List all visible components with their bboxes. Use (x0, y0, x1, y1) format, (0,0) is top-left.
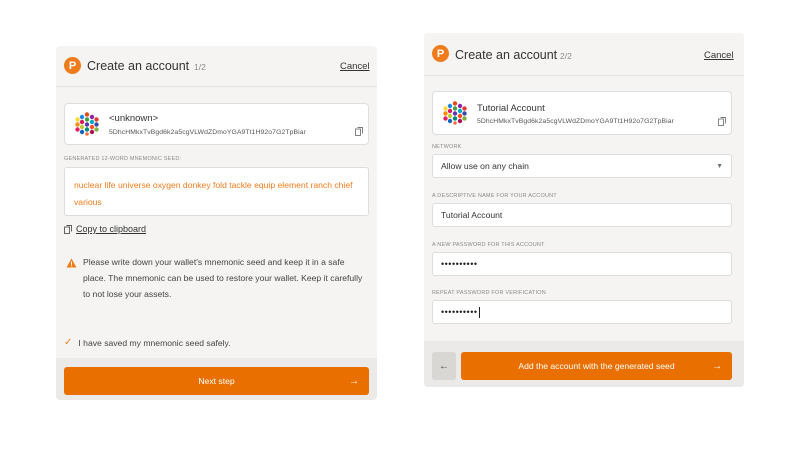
step-indicator: 1/2 (194, 62, 206, 72)
checkbox-label: I have saved my mnemonic seed safely. (78, 337, 231, 348)
copy-address-icon[interactable] (718, 117, 726, 126)
repeat-password-label: REPEAT PASSWORD FOR VERIFICATION (432, 290, 546, 296)
copy-label: Copy to clipboard (76, 224, 147, 234)
password-label: A NEW PASSWORD FOR THIS ACCOUNT (432, 242, 545, 248)
footer: ← Add the account with the generated see… (424, 341, 744, 387)
saved-seed-checkbox[interactable]: ✓ I have saved my mnemonic seed safely. (64, 337, 231, 348)
step-indicator: 2/2 (560, 51, 572, 61)
header: P Create an account 1/2 Cancel (56, 46, 377, 87)
network-value: Allow use on any chain (441, 161, 529, 171)
chevron-down-icon: ▼ (716, 162, 723, 170)
arrow-right-icon: → (349, 375, 359, 387)
add-account-button[interactable]: Add the account with the generated seed … (461, 352, 732, 380)
text-cursor (478, 306, 480, 318)
copy-address-icon[interactable] (355, 127, 363, 136)
header: P Create an account 2/2 Cancel (424, 33, 744, 76)
polkadot-logo-icon: P (64, 57, 81, 74)
next-step-label: Next step (198, 376, 235, 386)
warning-message: Please write down your wallet's mnemonic… (83, 257, 363, 299)
account-name-input[interactable]: Tutorial Account (432, 203, 732, 227)
network-select[interactable]: Allow use on any chain ▼ (432, 154, 732, 178)
account-address: 5DhcHMkxTvBgd6k2a5cgVLWdZDmoYGA9Tt1H92o7… (477, 118, 674, 125)
account-name: <unknown> (109, 113, 159, 124)
password-value: •••••••••• (441, 259, 478, 269)
seed-label: GENERATED 12-WORD MNEMONIC SEED: (64, 156, 182, 162)
page-title: Create an account (455, 48, 558, 62)
account-name: Tutorial Account (477, 103, 545, 114)
identicon-icon[interactable] (75, 112, 99, 136)
account-name-value: Tutorial Account (441, 210, 503, 220)
mnemonic-seed-box: nuclear life universe oxygen donkey fold… (64, 167, 369, 216)
checkmark-icon: ✓ (64, 337, 73, 348)
create-account-step1-panel: P Create an account 1/2 Cancel <unknown>… (56, 46, 377, 400)
arrow-right-icon: → (712, 360, 722, 372)
copy-icon (64, 224, 72, 234)
polkadot-logo-icon: P (432, 45, 449, 62)
identicon-icon[interactable] (443, 101, 467, 125)
page-title: Create an account (87, 59, 190, 73)
repeat-password-input[interactable]: •••••••••• (432, 300, 732, 324)
arrow-left-icon: ← (439, 360, 449, 372)
copy-to-clipboard-link[interactable]: Copy to clipboard (64, 224, 146, 234)
cancel-link[interactable]: Cancel (340, 61, 370, 72)
account-card: <unknown> 5DhcHMkxTvBgd6k2a5cgVLWdZDmoYG… (64, 103, 369, 145)
account-name-label: A DESCRIPTIVE NAME FOR YOUR ACCOUNT (432, 193, 557, 199)
account-address: 5DhcHMkxTvBgd6k2a5cgVLWdZDmoYGA9Tt1H92o7… (109, 129, 306, 136)
account-card: Tutorial Account 5DhcHMkxTvBgd6k2a5cgVLW… (432, 91, 732, 135)
add-account-label: Add the account with the generated seed (518, 361, 675, 371)
cancel-link[interactable]: Cancel (704, 50, 734, 61)
network-label: NETWORK (432, 144, 462, 150)
create-account-step2-panel: P Create an account 2/2 Cancel Tutorial … (424, 33, 744, 387)
warning-icon (66, 258, 77, 268)
repeat-password-value: •••••••••• (441, 307, 478, 317)
footer: Next step → (56, 358, 377, 400)
next-step-button[interactable]: Next step → (64, 367, 369, 395)
back-button[interactable]: ← (432, 352, 456, 380)
password-input[interactable]: •••••••••• (432, 252, 732, 276)
